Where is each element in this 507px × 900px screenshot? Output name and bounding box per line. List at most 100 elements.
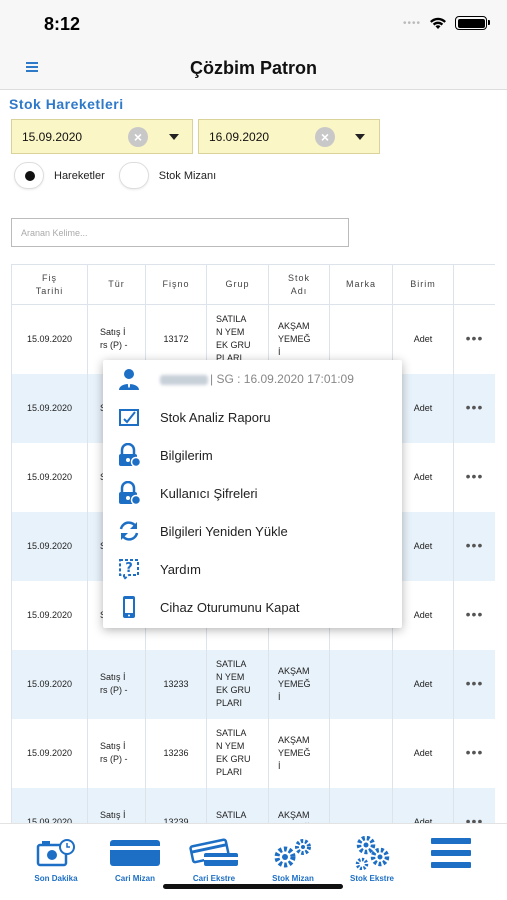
more-options-icon[interactable]: ••• — [466, 675, 484, 691]
tab-more-menu[interactable] — [411, 836, 491, 874]
table-cell-tarih: 15.09.2020 — [11, 787, 88, 824]
more-options-icon[interactable]: ••• — [466, 537, 484, 553]
blurred-username — [160, 374, 208, 385]
table-row[interactable]: 15.09.2020 Satış İ rs (P) -13236 SATILA N … — [11, 718, 495, 788]
status-icons: •••• — [402, 16, 490, 30]
table-cell-fisno: 13239 — [145, 787, 207, 824]
menu-item-label: Cihaz Oturumunu Kapat — [160, 599, 300, 615]
table-cell-grup: SATILA N YEM EK GRU PLARI — [206, 718, 269, 788]
date-to-field[interactable]: 16.09.2020 × — [198, 119, 380, 154]
chevron-down-icon[interactable] — [169, 133, 179, 140]
table-cell-tarih: 15.09.2020 — [11, 304, 88, 374]
chevron-down-icon[interactable] — [355, 133, 365, 140]
popup-header-text: | SG : 16.09.2020 17:01:09 — [210, 372, 354, 386]
more-options-icon[interactable]: ••• — [466, 606, 484, 622]
date-from-field[interactable]: 15.09.2020 × — [11, 119, 193, 154]
table-cell-tur: Satış İ rs (P) - — [87, 718, 146, 788]
radio-hareketler[interactable] — [14, 162, 44, 189]
table-cell-tarih: 15.09.2020 — [11, 511, 88, 581]
table-row[interactable]: 15.09.2020 Satış İ rs (P) -13233 SATILA N … — [11, 649, 495, 719]
table-cell-tur: Satış İ rs (P) - — [87, 787, 146, 824]
table-cell-tarih: 15.09.2020 — [11, 718, 88, 788]
menu-item-label: Bilgilerim — [160, 447, 213, 463]
table-cell-ad: AKŞAM YEMEĞ — [268, 787, 330, 824]
home-indicator — [163, 884, 343, 889]
table-cell-tarih: 15.09.2020 — [11, 442, 88, 512]
table-header-cell: Tür — [87, 264, 146, 305]
table-cell-birim: Adet — [392, 649, 454, 719]
table-cell-grup: SATILA N YEM — [206, 787, 269, 824]
tab-label: Cari Mizan — [114, 874, 155, 883]
table-header-cell: Birim — [392, 264, 454, 305]
tab-label: Son Dakika — [34, 874, 78, 883]
tab-stok-mizan[interactable]: Stok Mizan — [253, 836, 333, 883]
table-cell-tarih: 15.09.2020 — [11, 649, 88, 719]
row-actions-cell: ••• — [453, 442, 495, 512]
menu-item-label: Stok Analiz Raporu — [160, 409, 271, 425]
status-time: 8:12 — [44, 14, 81, 34]
row-actions-cell: ••• — [453, 649, 495, 719]
radio-label: Hareketler — [54, 169, 105, 182]
tab-son-dakika[interactable]: Son Dakika — [16, 836, 96, 883]
nav-bar: Çözbim Patron — [0, 48, 507, 90]
table-cell-fisno: 13236 — [145, 718, 207, 788]
table-cell-tarih: 15.09.2020 — [11, 373, 88, 443]
mode-radio-group: Hareketler Stok Mizanı — [14, 162, 230, 189]
table-cell-ad: AKŞAM YEMEĞ İ — [268, 718, 330, 788]
tab-cari-mizan[interactable]: Cari Mizan — [95, 836, 175, 883]
row-actions-cell: ••• — [453, 718, 495, 788]
more-options-icon[interactable]: ••• — [466, 399, 484, 415]
hamburger-icon — [411, 836, 491, 870]
menu-item-bilgilerim[interactable]: Bilgilerim — [103, 436, 402, 474]
table-cell-tur: Satış İ rs (P) - — [87, 649, 146, 719]
phone-icon — [116, 594, 142, 620]
menu-item-oturum-kapat[interactable]: Cihaz Oturumunu Kapat — [103, 588, 402, 626]
tab-label: Cari Ekstre — [192, 874, 236, 883]
table-cell-marka — [329, 718, 393, 788]
menu-item-label: Yardım — [160, 561, 201, 577]
menu-item-yardim[interactable]: ? Yardım — [103, 550, 402, 588]
table-row[interactable]: 15.09.2020Satış İ rs (P) -13239SATILA N … — [11, 787, 495, 824]
tab-stok-ekstre[interactable]: Stok Ekstre — [332, 836, 412, 883]
table-header-cell: Marka — [329, 264, 393, 305]
wifi-icon — [430, 17, 446, 29]
row-actions-cell: ••• — [453, 373, 495, 443]
popup-user-header: | SG : 16.09.2020 17:01:09 — [103, 360, 402, 398]
clear-icon[interactable]: × — [128, 126, 148, 147]
table-header-cell: Fiş Tarihi — [11, 264, 88, 305]
status-bar: 8:12 •••• — [0, 0, 507, 48]
more-options-icon[interactable]: ••• — [466, 330, 484, 346]
clear-icon[interactable]: × — [315, 126, 335, 147]
tab-cari-ekstre[interactable]: Cari Ekstre — [174, 836, 254, 883]
row-actions-cell: ••• — [453, 511, 495, 581]
table-cell-marka — [329, 787, 393, 824]
radio-stok-mizani[interactable] — [118, 162, 149, 189]
table-cell-fisno: 13233 — [145, 649, 207, 719]
more-options-icon[interactable]: ••• — [466, 468, 484, 484]
lock-edit-icon — [116, 480, 142, 506]
signal-icon: •••• — [402, 17, 421, 29]
menu-item-stok-analiz[interactable]: Stok Analiz Raporu — [103, 398, 402, 436]
menu-item-yeniden-yukle[interactable]: Bilgileri Yeniden Yükle — [103, 512, 402, 550]
search-input[interactable] — [11, 218, 349, 247]
table-header-cell — [453, 264, 495, 305]
radio-label: Stok Mizanı — [158, 169, 217, 182]
menu-item-kullanici-sifreleri[interactable]: Kullanıcı Şifreleri — [103, 474, 402, 512]
table-header-cell: Fişno — [145, 264, 207, 305]
card-icon — [95, 836, 175, 870]
battery-icon — [455, 16, 490, 30]
menu-item-label: Kullanıcı Şifreleri — [160, 485, 258, 501]
page-title: Çözbim Patron — [189, 58, 317, 78]
user-icon — [116, 366, 142, 392]
tab-label: Stok Mizan — [272, 874, 314, 883]
row-actions-cell: ••• — [453, 304, 495, 374]
section-title: Stok Hareketleri — [9, 96, 124, 112]
table-cell-ad: AKŞAM YEMEĞ İ — [268, 649, 330, 719]
row-actions-cell: ••• — [453, 787, 495, 824]
table-header-cell: Stok Adı — [268, 264, 330, 305]
svg-text:?: ? — [125, 561, 133, 576]
table-header-cell: Grup — [206, 264, 269, 305]
table-cell-birim: Adet — [392, 787, 454, 824]
more-options-icon[interactable]: ••• — [466, 744, 484, 760]
table-header-row: Fiş Tarihi Tür Fişno Grup Stok Adı Marka Birim — [11, 264, 495, 305]
